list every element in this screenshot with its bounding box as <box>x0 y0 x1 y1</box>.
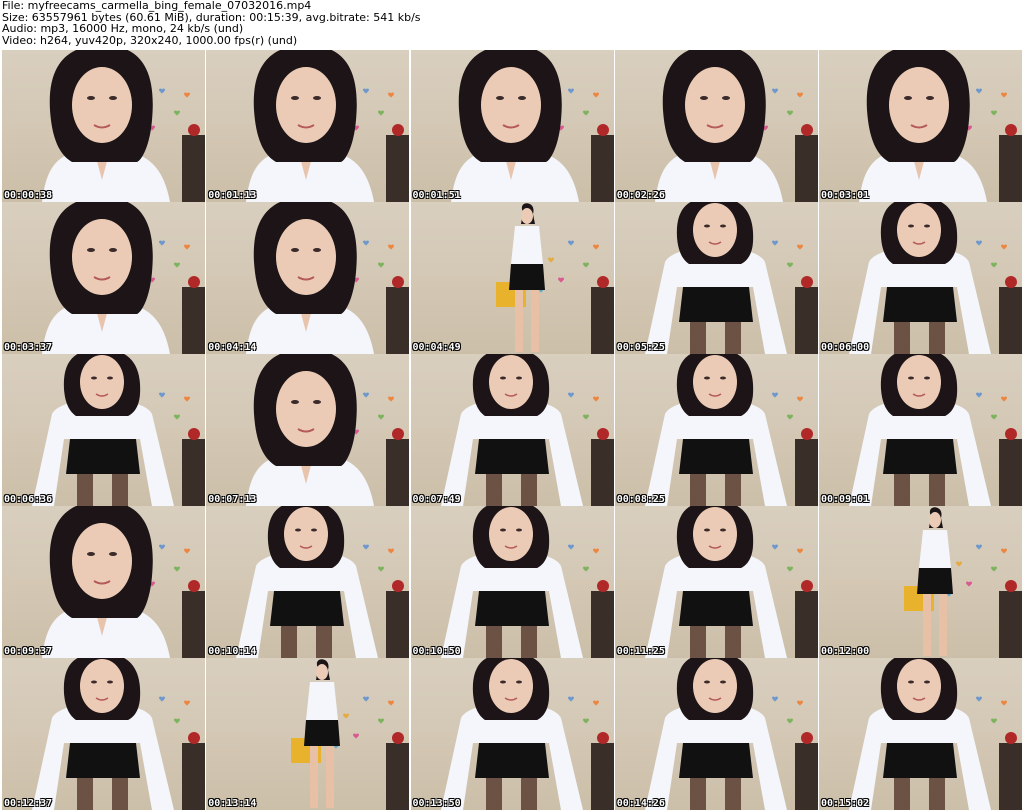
thumbnail-frame-image <box>236 506 410 658</box>
thumbnail-frame-image <box>859 50 1022 202</box>
thumbnail-frame-image <box>42 202 205 354</box>
thumbnail-frame-image <box>291 659 410 810</box>
video-thumbnail: 00:01:13 <box>206 50 410 202</box>
thumbnail-timestamp: 00:01:51 <box>412 190 461 201</box>
video-info: Video: h264, yuv420p, 320x240, 1000.00 f… <box>2 33 298 47</box>
thumbnail-timestamp: 00:06:36 <box>4 494 53 505</box>
thumbnail-frame-image <box>495 203 614 354</box>
thumbnail-timestamp: 00:00:38 <box>4 190 53 201</box>
thumbnail-timestamp: 00:10:14 <box>208 646 257 657</box>
thumbnail-timestamp: 00:04:49 <box>412 342 461 353</box>
video-thumbnail: 00:09:01 <box>819 354 1022 506</box>
thumbnail-timestamp: 00:15:02 <box>821 798 870 809</box>
thumbnail-timestamp: 00:06:00 <box>821 342 870 353</box>
thumbnail-grid: 00:00:38 00:01:13 00:01:51 00:02:26 00:03:01… <box>2 50 1022 810</box>
thumbnail-timestamp: 00:12:37 <box>4 798 53 809</box>
thumbnail-timestamp: 00:03:37 <box>4 342 53 353</box>
video-thumbnail: 00:04:49 <box>410 202 614 354</box>
video-thumbnail: 00:07:13 <box>206 354 410 506</box>
thumbnail-frame-image <box>246 50 410 202</box>
thumbnail-frame-image <box>440 506 614 658</box>
thumbnail-timestamp: 00:05:25 <box>616 342 665 353</box>
video-thumbnail: 00:12:37 <box>2 658 205 810</box>
thumbnail-timestamp: 00:07:13 <box>208 494 257 505</box>
thumbnail-timestamp: 00:10:50 <box>412 646 461 657</box>
video-thumbnail: 00:09:37 <box>2 506 205 658</box>
thumbnail-timestamp: 00:02:26 <box>616 190 665 201</box>
video-thumbnail: 00:03:01 <box>819 50 1022 202</box>
thumbnail-frame-image <box>904 507 1022 658</box>
thumbnail-timestamp: 00:14:26 <box>616 798 665 809</box>
thumbnail-frame-image <box>644 506 818 658</box>
video-thumbnail: 00:04:14 <box>206 202 410 354</box>
thumbnail-timestamp: 00:13:14 <box>208 798 257 809</box>
thumbnail-frame-image <box>246 354 410 506</box>
thumbnail-frame-image <box>42 50 205 202</box>
thumbnail-frame-image <box>32 354 205 506</box>
video-thumbnail: 00:06:36 <box>2 354 205 506</box>
video-thumbnail: 00:12:00 <box>819 506 1022 658</box>
thumbnail-timestamp: 00:11:25 <box>616 646 665 657</box>
video-thumbnail: 00:13:50 <box>410 658 614 810</box>
thumbnail-frame-image <box>32 658 205 810</box>
video-thumbnail: 00:06:00 <box>819 202 1022 354</box>
thumbnail-frame-image <box>849 354 1022 506</box>
thumbnail-timestamp: 00:01:13 <box>208 190 257 201</box>
thumbnail-timestamp: 00:12:00 <box>821 646 870 657</box>
thumbnail-frame-image <box>849 202 1022 354</box>
thumbnail-timestamp: 00:04:14 <box>208 342 257 353</box>
video-thumbnail: 00:13:14 <box>206 658 410 810</box>
thumbnail-frame-image <box>440 354 614 506</box>
video-thumbnail: 00:11:25 <box>614 506 818 658</box>
video-thumbnail: 00:10:50 <box>410 506 614 658</box>
thumbnail-frame-image <box>644 658 818 810</box>
video-thumbnail: 00:02:26 <box>614 50 818 202</box>
video-thumbnail: 00:03:37 <box>2 202 205 354</box>
thumbnail-frame-image <box>440 658 614 810</box>
video-thumbnail: 00:01:51 <box>410 50 614 202</box>
thumbnail-frame-image <box>450 50 614 202</box>
file-info-header: File: myfreecams_carmella_bing_female_07… <box>2 0 1022 46</box>
thumbnail-timestamp: 00:03:01 <box>821 190 870 201</box>
thumbnail-timestamp: 00:09:37 <box>4 646 53 657</box>
video-thumbnail: 00:07:49 <box>410 354 614 506</box>
video-thumbnail: 00:10:14 <box>206 506 410 658</box>
thumbnail-frame-image <box>849 658 1022 810</box>
thumbnail-frame-image <box>644 202 818 354</box>
thumbnail-timestamp: 00:13:50 <box>412 798 461 809</box>
thumbnail-frame-image <box>42 506 205 658</box>
thumbnail-timestamp: 00:09:01 <box>821 494 870 505</box>
video-thumbnail: 00:15:02 <box>819 658 1022 810</box>
thumbnail-timestamp: 00:08:25 <box>616 494 665 505</box>
audio-info: Audio: mp3, 16000 Hz, mono, 24 kb/s (und… <box>2 22 244 35</box>
video-thumbnail: 00:05:25 <box>614 202 818 354</box>
thumbnail-frame-image <box>644 354 818 506</box>
thumbnail-timestamp: 00:07:49 <box>412 494 461 505</box>
thumbnail-frame-image <box>246 202 410 354</box>
file-name: File: myfreecams_carmella_bing_female_07… <box>2 0 312 12</box>
video-thumbnail: 00:14:26 <box>614 658 818 810</box>
thumbnail-frame-image <box>654 50 818 202</box>
video-thumbnail: 00:00:38 <box>2 50 205 202</box>
video-thumbnail: 00:08:25 <box>614 354 818 506</box>
